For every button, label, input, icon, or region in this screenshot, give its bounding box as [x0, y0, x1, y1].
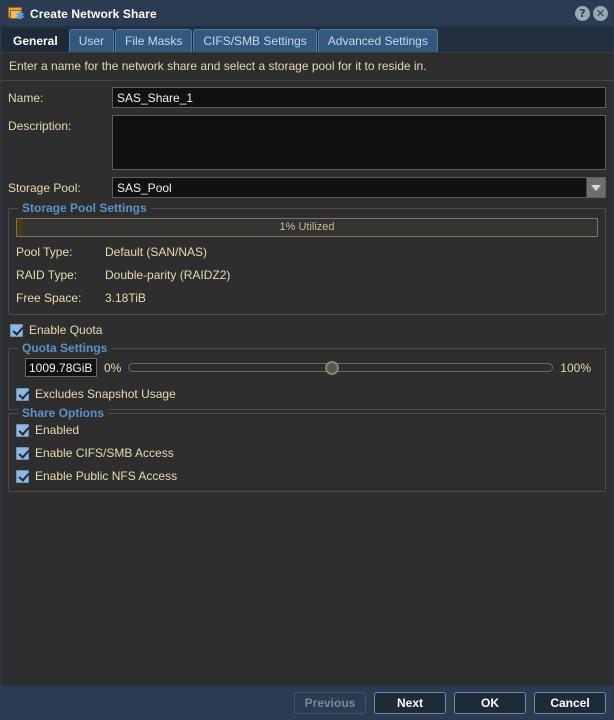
pool-type-row: Pool Type: Default (SAN/NAS)	[16, 245, 598, 259]
checkmark-icon	[10, 323, 23, 337]
quota-min-label: 0%	[104, 360, 122, 375]
storage-pool-row: Storage Pool: SAS_Pool	[8, 177, 606, 198]
free-space-label: Free Space:	[16, 291, 82, 305]
storage-pool-settings-group: Storage Pool Settings 1% Utilized Pool T…	[8, 201, 606, 315]
quota-max-label: 100%	[560, 360, 591, 375]
share-option-enabled-checkbox[interactable]: Enabled	[16, 423, 598, 437]
share-options-group: Share Options Enabled Enable CIFS/SMB Ac…	[8, 406, 606, 492]
share-option-public-nfs-label: Enable Public NFS Access	[35, 469, 178, 483]
description-label: Description:	[8, 119, 72, 133]
storage-pool-value: SAS_Pool	[117, 180, 172, 195]
raid-type-value: Double-parity (RAIDZ2)	[105, 268, 231, 282]
instruction-text: Enter a name for the network share and s…	[1, 53, 613, 81]
quota-slider[interactable]	[128, 360, 554, 375]
slider-handle[interactable]	[325, 360, 340, 375]
free-space-value: 3.18TiB	[105, 291, 146, 305]
name-row: Name:	[8, 87, 606, 108]
checkmark-icon	[16, 387, 29, 401]
description-input[interactable]	[112, 115, 606, 170]
tab-advanced-settings[interactable]: Advanced Settings	[317, 29, 438, 52]
tab-user[interactable]: User	[68, 29, 115, 52]
name-label: Name:	[8, 91, 44, 105]
checkmark-icon	[16, 423, 29, 437]
tab-general[interactable]: General	[3, 29, 68, 52]
share-option-cifs-smb-checkbox[interactable]: Enable CIFS/SMB Access	[16, 446, 598, 460]
tab-cifs-smb-settings[interactable]: CIFS/SMB Settings	[193, 29, 317, 52]
storage-pool-select[interactable]: SAS_Pool	[112, 177, 606, 198]
raid-type-label: RAID Type:	[16, 268, 78, 282]
chevron-down-icon[interactable]	[586, 178, 605, 197]
storage-pool-label: Storage Pool:	[8, 181, 81, 195]
pool-type-value: Default (SAN/NAS)	[105, 245, 208, 259]
tab-file-masks[interactable]: File Masks	[115, 29, 193, 52]
close-icon[interactable]: ✕	[593, 6, 608, 21]
general-form: Name: Description: Storage Pool: SAS_Poo…	[1, 81, 613, 205]
create-network-share-dialog: ✱ Create Network Share ? ✕ General User …	[0, 0, 614, 720]
description-row: Description:	[8, 115, 606, 170]
checkmark-icon	[16, 469, 29, 483]
cancel-button[interactable]: Cancel	[534, 691, 606, 714]
network-share-folder-icon: ✱	[8, 6, 24, 22]
quota-settings-legend: Quota Settings	[18, 341, 112, 355]
raid-type-row: RAID Type: Double-parity (RAIDZ2)	[16, 268, 598, 282]
previous-button[interactable]: Previous	[294, 691, 366, 714]
pool-utilization-text: 1% Utilized	[279, 221, 335, 233]
window-title: Create Network Share	[30, 6, 157, 21]
ok-button[interactable]: OK	[454, 691, 526, 714]
storage-pool-settings-legend: Storage Pool Settings	[18, 201, 151, 215]
quota-value-input[interactable]	[25, 358, 97, 377]
enable-quota-label: Enable Quota	[29, 323, 103, 337]
excludes-snapshot-usage-label: Excludes Snapshot Usage	[35, 387, 176, 401]
excludes-snapshot-usage-checkbox[interactable]: Excludes Snapshot Usage	[16, 387, 598, 401]
dialog-footer: Previous Next OK Cancel	[1, 685, 613, 719]
window-titlebar: ✱ Create Network Share ? ✕	[1, 1, 613, 27]
enable-quota-checkbox[interactable]: Enable Quota	[10, 323, 613, 337]
share-option-public-nfs-checkbox[interactable]: Enable Public NFS Access	[16, 469, 598, 483]
help-icon[interactable]: ?	[575, 6, 590, 21]
tab-bar: General User File Masks CIFS/SMB Setting…	[1, 27, 613, 52]
name-input[interactable]	[112, 87, 606, 108]
slider-track	[128, 363, 554, 372]
checkmark-icon	[16, 446, 29, 460]
share-option-cifs-smb-label: Enable CIFS/SMB Access	[35, 446, 174, 460]
free-space-row: Free Space: 3.18TiB	[16, 291, 598, 305]
next-button[interactable]: Next	[374, 691, 446, 714]
quota-settings-group: Quota Settings 0% 100% Excludes Snapshot…	[8, 341, 606, 410]
dialog-body: Enter a name for the network share and s…	[1, 52, 613, 685]
pool-type-label: Pool Type:	[16, 245, 73, 259]
share-option-enabled-label: Enabled	[35, 423, 80, 437]
quota-slider-row: 0% 100%	[16, 358, 598, 377]
share-options-legend: Share Options	[18, 406, 109, 420]
pool-utilization-bar: 1% Utilized	[16, 218, 598, 237]
